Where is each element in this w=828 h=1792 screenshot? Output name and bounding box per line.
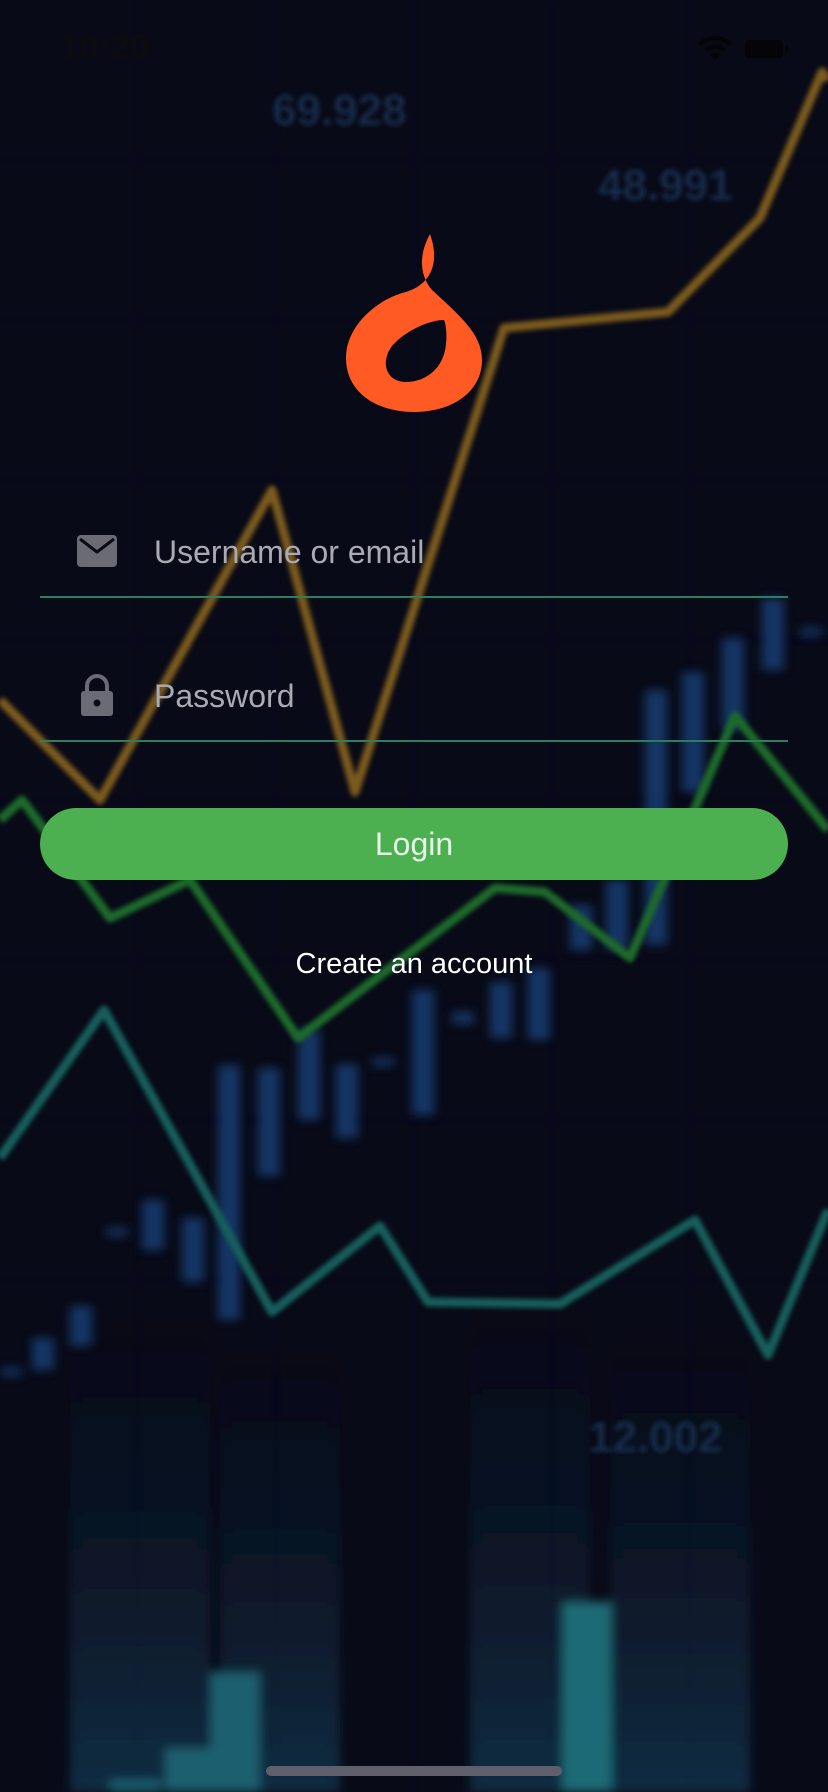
battery-icon	[745, 40, 783, 58]
status-time: 10:20	[60, 28, 150, 66]
wifi-icon	[698, 35, 732, 61]
login-button[interactable]: Login	[40, 808, 788, 880]
home-indicator[interactable]	[266, 1766, 562, 1776]
username-field	[40, 496, 788, 598]
password-field	[40, 640, 788, 742]
status-bar: 10:20	[0, 0, 828, 100]
lock-icon	[81, 674, 113, 716]
background-number: 48.991	[598, 161, 733, 210]
create-account-link[interactable]: Create an account	[0, 948, 828, 981]
password-input[interactable]	[152, 662, 756, 730]
background-number: 12.002	[588, 1413, 723, 1462]
battery-tip	[785, 45, 788, 53]
flame-icon	[346, 234, 482, 412]
mail-icon	[77, 535, 117, 567]
username-input[interactable]	[152, 518, 756, 586]
